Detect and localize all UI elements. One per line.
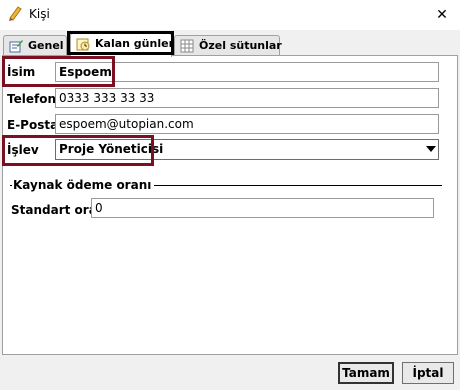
app-pencil-icon — [7, 5, 23, 21]
email-label: E-Posta — [7, 118, 59, 132]
title-bar: Kişi ✕ — [0, 0, 460, 30]
tab-ozel-sutunlar[interactable]: Özel sütunlar — [174, 35, 282, 57]
tab-strip: Genel Kalan günler Özel sütunlar — [0, 32, 460, 57]
email-field[interactable]: espoem@utopian.com — [55, 114, 439, 134]
chevron-down-icon[interactable] — [426, 146, 436, 152]
standard-rate-field[interactable]: 0 — [91, 198, 434, 218]
tab-ozel-label: Özel sütunlar — [199, 39, 282, 52]
role-select[interactable]: Proje Yöneticisi — [55, 139, 439, 160]
tab-kalan-label: Kalan günler — [95, 37, 174, 50]
phone-label: Telefon — [7, 92, 56, 106]
calendar-clock-icon — [76, 37, 90, 51]
name-label: İsim — [7, 65, 36, 79]
payment-group-caption: Kaynak ödeme oranı — [12, 178, 155, 192]
tab-genel[interactable]: Genel — [3, 35, 67, 57]
tab-kalan-gunler[interactable]: Kalan günler — [70, 33, 174, 57]
tab-genel-label: Genel — [28, 39, 64, 52]
grid-table-icon — [180, 39, 194, 53]
role-label: İşlev — [7, 143, 39, 157]
name-field[interactable]: Espoem — [55, 62, 439, 82]
role-select-value: Proje Yöneticisi — [59, 142, 164, 156]
phone-field[interactable]: 0333 333 33 33 — [55, 88, 439, 108]
close-button[interactable]: ✕ — [424, 0, 460, 30]
edit-form-icon — [9, 39, 23, 53]
ok-button[interactable]: Tamam — [338, 362, 394, 384]
cancel-button[interactable]: İptal — [402, 362, 454, 384]
window-title: Kişi — [29, 7, 50, 21]
